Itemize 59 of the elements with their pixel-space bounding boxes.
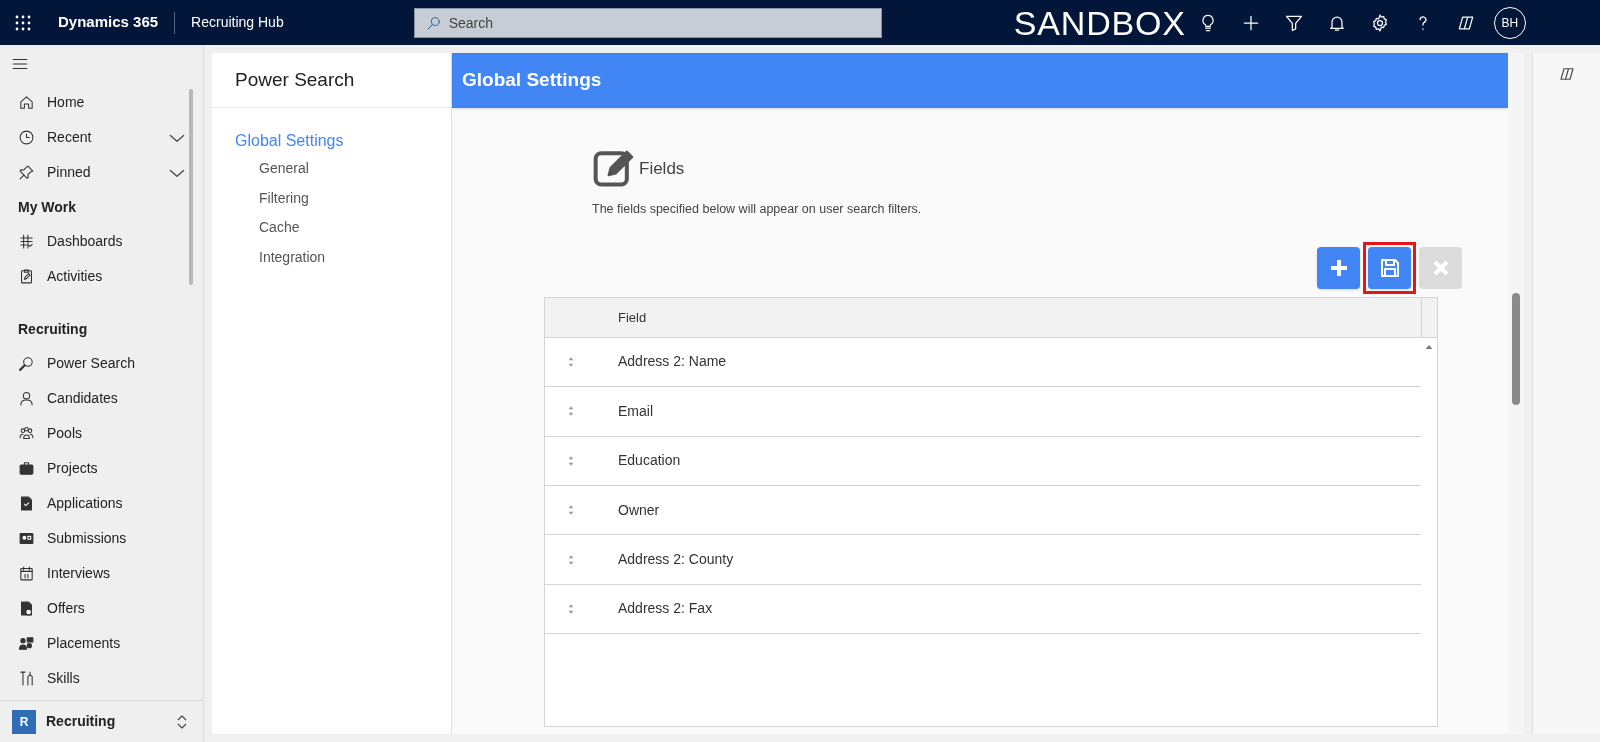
sidebar-item[interactable]: Skills [0,661,187,696]
sidebar-item[interactable]: Home [0,85,187,120]
settings-nav-link[interactable]: Integration [235,242,451,272]
sidebar-item[interactable]: Interviews [0,556,187,591]
table-cell-text: Address 2: Name [618,352,727,372]
sidebar-item[interactable]: Candidates [0,381,187,416]
settings-nav-link[interactable]: Global Settings [235,128,451,154]
search-icon [425,14,442,31]
area-switcher[interactable]: R Recruiting [0,700,203,742]
panel-title: Power Search [212,53,451,108]
table-cell-text: Education [618,451,681,471]
sidebar-item[interactable]: Dashboards [0,224,187,259]
calendar-icon [18,565,35,582]
table-cell-text: Email [618,401,653,421]
area-label: Recruiting [46,712,117,731]
scroll-thumb[interactable] [1512,293,1520,405]
sidebar-item[interactable]: Pools [0,416,187,451]
card-icon [18,530,35,547]
table-cell-text: Address 2: Fax [618,599,713,619]
table-cell-text: Owner [618,500,660,520]
settings-nav-link[interactable]: General [235,154,451,184]
sidebar-item[interactable]: Placements [0,626,187,661]
home-icon [18,94,35,111]
area-name: Recruiting Hub [191,13,284,32]
clock-icon [18,129,35,146]
doc-check-icon [18,495,35,512]
briefcase-icon [18,460,35,477]
table-cell-text: Address 2: County [618,550,734,569]
sidebar-item[interactable]: Offers [0,591,187,626]
sidebar-item[interactable]: Activities [0,259,187,294]
tools-icon [18,670,35,687]
section-heading: Recruiting [17,319,89,339]
search-field[interactable]: Search [413,7,882,38]
settings-nav-link[interactable]: Filtering [235,183,451,213]
search-icon [18,355,35,372]
doc-dollar-icon [18,600,35,617]
section-title: Fields [639,158,685,181]
pin-icon [18,164,35,181]
sidebar-item[interactable]: Applications [0,486,187,521]
scroll-thumb[interactable] [189,89,193,285]
people-icon [18,425,35,442]
copilot-icon[interactable] [1557,65,1576,83]
sidebar-item[interactable]: Power Search [0,346,187,381]
settings-nav-link[interactable]: Cache [235,213,451,243]
clipboard-icon [18,268,35,285]
waffle-icon [14,14,31,31]
section-heading: My Work [17,197,78,217]
environment-label: SANDBOX [1013,5,1186,40]
app-name[interactable]: Dynamics 365 [58,11,159,34]
sidebar-item[interactable]: Submissions [0,521,187,556]
section-description: The fields specified below will appear on user search filters. [591,201,923,218]
person-icon [18,390,35,407]
add-button[interactable] [1317,246,1360,289]
placement-icon [18,635,35,652]
sidebar-item[interactable]: Recent [0,120,187,155]
area-badge: R [12,709,36,734]
sidebar-item[interactable]: Projects [0,451,187,486]
page-header: Global Settings [452,53,1508,108]
sidebar-item[interactable]: Pinned [0,155,187,190]
